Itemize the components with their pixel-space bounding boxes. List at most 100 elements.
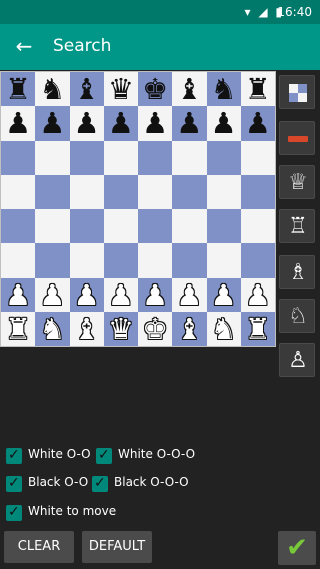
- remove-icon[interactable]: [279, 121, 315, 155]
- black-pawn[interactable]: ♟: [35, 106, 69, 140]
- black-knight[interactable]: ♞: [35, 72, 69, 106]
- board-square[interactable]: [138, 209, 173, 244]
- white-knight[interactable]: ♞: [207, 312, 241, 346]
- chess-board[interactable]: ♜ ♞ ♝ ♛ ♚ ♝ ♞ ♜ ♟ ♟ ♟ ♟ ♟ ♟ ♟ ♟ ♟ ♟ ♟ ♟ ♟ ♟ ♟ ♟ ♜ ♞ ♝ ♛ ♚ ♝ ♞ ♜: [0, 71, 276, 347]
- black-pawn[interactable]: ♟: [207, 106, 241, 140]
- white-bishop[interactable]: ♝: [70, 312, 104, 346]
- black-rook[interactable]: ♜: [241, 72, 275, 106]
- white-rook[interactable]: ♜: [241, 312, 275, 346]
- white-rook[interactable]: ♜: [1, 312, 35, 346]
- default-button[interactable]: DEFAULT: [82, 531, 152, 563]
- board-square[interactable]: [69, 174, 104, 209]
- board-square[interactable]: [138, 174, 173, 209]
- board-square[interactable]: [103, 209, 138, 244]
- white-oo-option[interactable]: White O-O: [6, 446, 96, 466]
- white-ooo-option[interactable]: White O-O-O: [96, 446, 216, 466]
- black-pawn[interactable]: ♟: [172, 106, 206, 140]
- board-square[interactable]: [172, 209, 207, 244]
- black-queen[interactable]: ♛: [104, 72, 138, 106]
- pawn-icon[interactable]: ♙: [279, 343, 315, 377]
- mini-square: [298, 93, 307, 102]
- white-knight[interactable]: ♞: [35, 312, 69, 346]
- check-icon[interactable]: ✔: [278, 531, 316, 565]
- back-arrow-icon[interactable]: ←: [12, 34, 36, 58]
- white-oo-label: White O-O: [28, 447, 91, 461]
- board-color-icon[interactable]: [279, 75, 315, 109]
- black-bishop[interactable]: ♝: [172, 72, 206, 106]
- black-pawn[interactable]: ♟: [138, 106, 172, 140]
- knight-icon[interactable]: ♘: [279, 299, 315, 333]
- tool-glyph: ♖: [288, 214, 308, 239]
- clear-button[interactable]: CLEAR: [4, 531, 74, 563]
- board-square[interactable]: [1, 243, 36, 278]
- board-square[interactable]: [240, 140, 275, 175]
- black-oo-checkbox[interactable]: [6, 475, 22, 492]
- board-square[interactable]: [69, 140, 104, 175]
- board-square[interactable]: [206, 140, 241, 175]
- mini-square: [298, 84, 307, 93]
- white-to-move-label: White to move: [28, 504, 117, 518]
- white-to-move-option[interactable]: White to move: [6, 503, 126, 523]
- black-knight[interactable]: ♞: [207, 72, 241, 106]
- black-rook[interactable]: ♜: [1, 72, 35, 106]
- board-square[interactable]: [172, 174, 207, 209]
- white-pawn[interactable]: ♟: [35, 278, 69, 312]
- black-pawn[interactable]: ♟: [104, 106, 138, 140]
- board-square[interactable]: [138, 243, 173, 278]
- board-square[interactable]: [138, 140, 173, 175]
- black-pawn[interactable]: ♟: [1, 106, 35, 140]
- tool-glyph: ♗: [288, 260, 308, 285]
- black-ooo-option[interactable]: Black O-O-O: [92, 474, 212, 494]
- white-queen[interactable]: ♛: [104, 312, 138, 346]
- status-bar: ▾ ◢ ▮ 16:40: [0, 0, 320, 24]
- black-oo-label: Black O-O: [28, 475, 89, 489]
- board-square[interactable]: [240, 174, 275, 209]
- black-oo-option[interactable]: Black O-O: [6, 474, 91, 494]
- board-square[interactable]: [172, 243, 207, 278]
- white-pawn[interactable]: ♟: [1, 278, 35, 312]
- board-square[interactable]: [1, 209, 36, 244]
- mini-square: [289, 84, 298, 93]
- board-square[interactable]: [103, 140, 138, 175]
- black-ooo-checkbox[interactable]: [92, 475, 108, 492]
- black-bishop[interactable]: ♝: [70, 72, 104, 106]
- board-square[interactable]: [206, 243, 241, 278]
- white-ooo-checkbox[interactable]: [96, 447, 112, 464]
- rook-icon[interactable]: ♖: [279, 209, 315, 243]
- board-square[interactable]: [240, 209, 275, 244]
- white-to-move-checkbox[interactable]: [6, 504, 22, 521]
- board-square[interactable]: [172, 140, 207, 175]
- black-pawn[interactable]: ♟: [70, 106, 104, 140]
- board-square[interactable]: [206, 174, 241, 209]
- board-square[interactable]: [35, 209, 70, 244]
- black-pawn[interactable]: ♟: [241, 106, 275, 140]
- tool-glyph: ♕: [288, 170, 308, 195]
- board-square[interactable]: [206, 209, 241, 244]
- board-square[interactable]: [1, 140, 36, 175]
- white-oo-checkbox[interactable]: [6, 447, 22, 464]
- board-square[interactable]: [103, 174, 138, 209]
- board-square[interactable]: [1, 174, 36, 209]
- bishop-icon[interactable]: ♗: [279, 255, 315, 289]
- board-square[interactable]: [69, 209, 104, 244]
- white-pawn[interactable]: ♟: [172, 278, 206, 312]
- black-king[interactable]: ♚: [138, 72, 172, 106]
- board-square[interactable]: [69, 243, 104, 278]
- board-square[interactable]: [240, 243, 275, 278]
- queen-icon[interactable]: ♕: [279, 165, 315, 199]
- mini-board: [289, 84, 307, 102]
- white-pawn[interactable]: ♟: [70, 278, 104, 312]
- minus-bar: [288, 136, 308, 142]
- white-pawn[interactable]: ♟: [104, 278, 138, 312]
- white-pawn[interactable]: ♟: [207, 278, 241, 312]
- white-bishop[interactable]: ♝: [172, 312, 206, 346]
- white-pawn[interactable]: ♟: [138, 278, 172, 312]
- board-square[interactable]: [35, 140, 70, 175]
- board-square[interactable]: [35, 243, 70, 278]
- tool-glyph: ♙: [288, 348, 308, 373]
- white-pawn[interactable]: ♟: [241, 278, 275, 312]
- board-square[interactable]: [35, 174, 70, 209]
- white-king[interactable]: ♚: [138, 312, 172, 346]
- board-square[interactable]: [103, 243, 138, 278]
- black-ooo-label: Black O-O-O: [114, 475, 189, 489]
